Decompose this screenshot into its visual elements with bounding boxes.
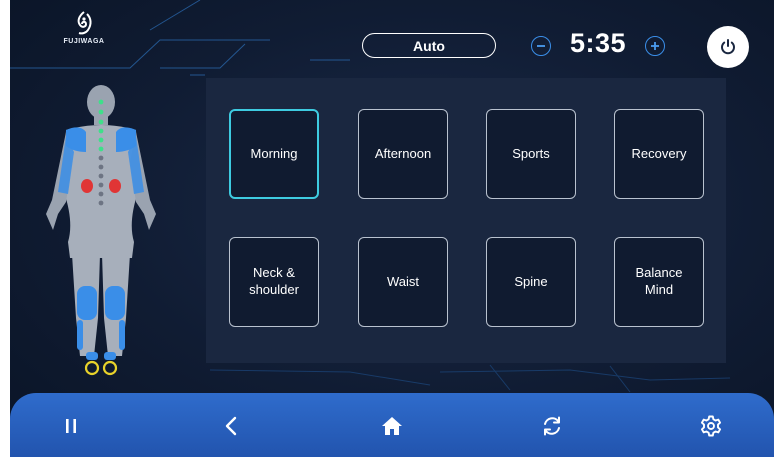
power-icon	[721, 39, 735, 55]
body-massage-map	[46, 85, 156, 376]
rotate-button[interactable]	[537, 411, 567, 441]
timer-decrease-button[interactable]	[531, 36, 551, 56]
back-icon	[225, 416, 237, 436]
plus-circle-icon	[651, 42, 659, 50]
home-icon	[382, 417, 402, 435]
mode-selector[interactable]: Auto	[362, 33, 496, 58]
rotate-icon	[544, 416, 560, 436]
program-spine-button[interactable]: Spine	[486, 237, 576, 327]
program-sports-button[interactable]: Sports	[486, 109, 576, 199]
bottom-navigation-bar	[10, 393, 774, 457]
program-afternoon-button[interactable]: Afternoon	[358, 109, 448, 199]
foot-rollers	[84, 360, 118, 376]
settings-button[interactable]	[696, 411, 726, 441]
minus-circle-icon	[537, 45, 545, 47]
brand-logo: FUJIWAGA	[44, 10, 124, 45]
body-silhouette	[46, 85, 156, 356]
home-button[interactable]	[377, 411, 407, 441]
program-balance-mind-button[interactable]: Balance Mind	[614, 237, 704, 327]
brand-mark-icon	[77, 11, 92, 35]
app-screen: FUJIWAGA Auto 5:35 Morning Afternoon Spo…	[10, 0, 774, 457]
timer-increase-button[interactable]	[645, 36, 665, 56]
brand-name: FUJIWAGA	[63, 38, 105, 45]
back-button[interactable]	[216, 411, 246, 441]
timer-value: 5:35	[569, 28, 627, 58]
program-morning-button[interactable]: Morning	[229, 109, 319, 199]
power-button[interactable]	[707, 26, 749, 68]
program-neck-shoulder-button[interactable]: Neck & shoulder	[229, 237, 319, 327]
pause-icon	[66, 419, 76, 433]
program-waist-button[interactable]: Waist	[358, 237, 448, 327]
pause-button[interactable]	[56, 411, 86, 441]
settings-icon	[700, 415, 722, 437]
program-recovery-button[interactable]: Recovery	[614, 109, 704, 199]
